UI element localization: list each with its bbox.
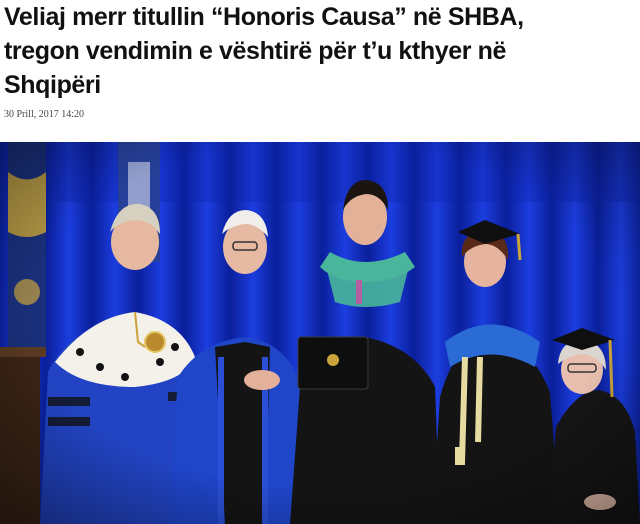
article-photo[interactable] xyxy=(0,142,640,524)
headline-line-1[interactable]: Veliaj merr titullin “Honoris Causa” në … xyxy=(4,0,640,34)
article-header: Veliaj merr titullin “Honoris Causa” në … xyxy=(0,0,640,120)
headline-line-2[interactable]: tregon vendimin e vështirë për t’u kthye… xyxy=(4,34,640,68)
article-date: 30 Prill, 2017 14:20 xyxy=(4,109,85,120)
graduation-ceremony-image xyxy=(0,142,640,524)
article-headline[interactable]: Veliaj merr titullin “Honoris Causa” në … xyxy=(0,0,640,102)
headline-line-3[interactable]: Shqipëri xyxy=(4,68,640,102)
